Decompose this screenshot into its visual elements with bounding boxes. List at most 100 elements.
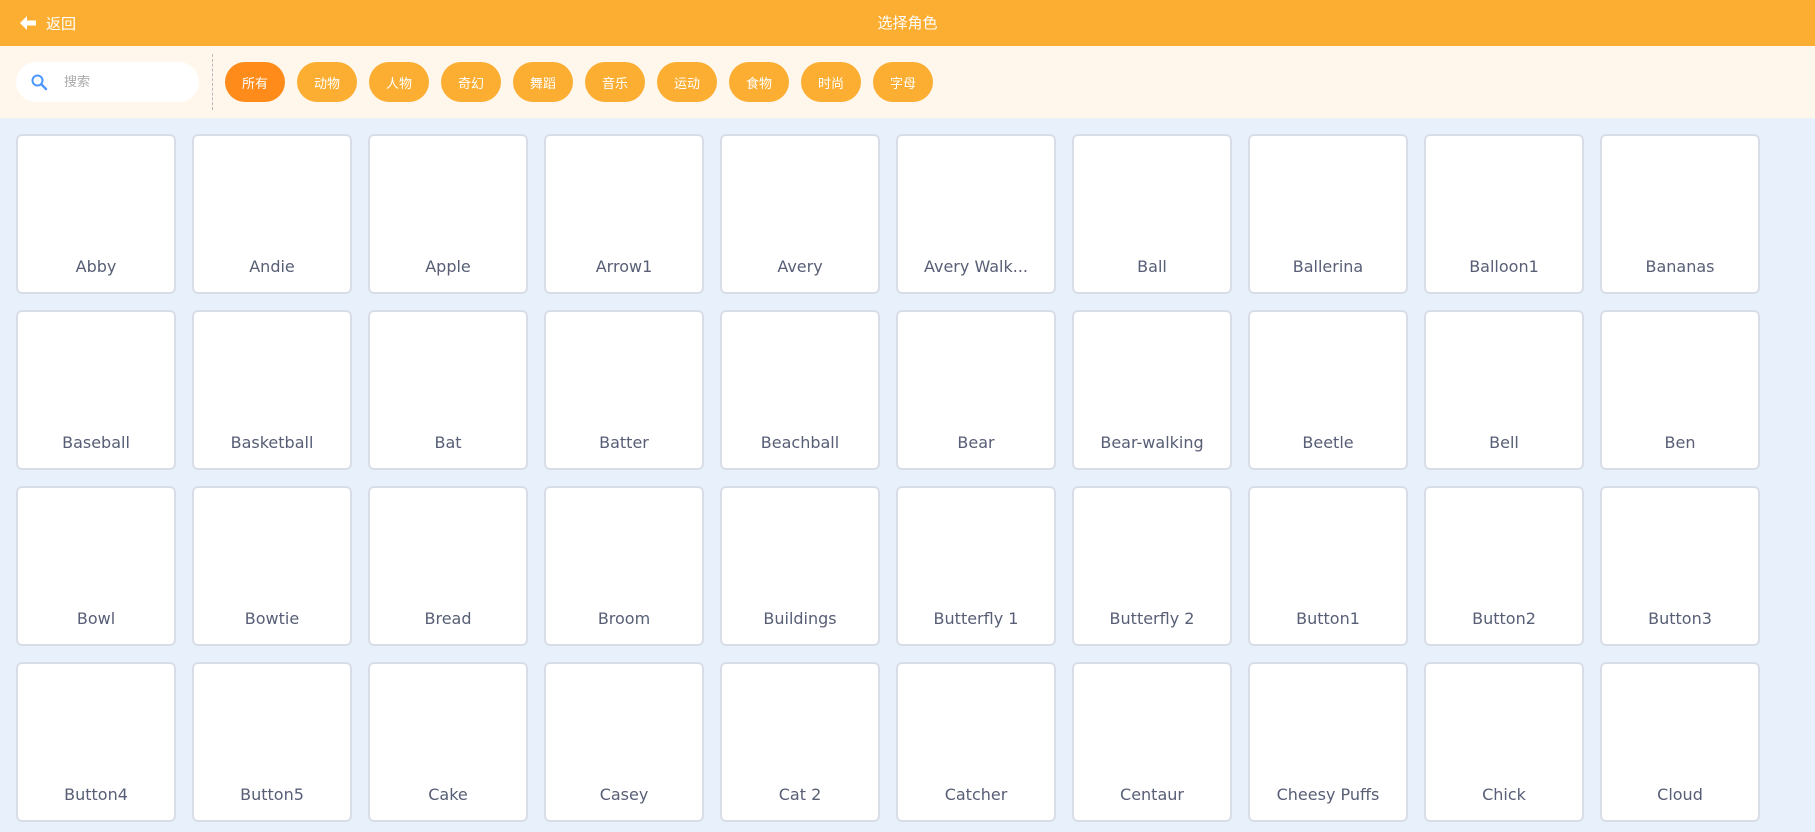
- sprite-card[interactable]: Beetle: [1248, 310, 1408, 470]
- tab-category-9[interactable]: 字母: [873, 62, 933, 102]
- sprite-name: Button4: [64, 785, 128, 804]
- sprite-name: Chick: [1482, 785, 1526, 804]
- sprite-card[interactable]: Ben: [1600, 310, 1760, 470]
- sprite-name: Centaur: [1120, 785, 1184, 804]
- sprite-card[interactable]: Ballerina: [1248, 134, 1408, 294]
- sprite-card[interactable]: Cheesy Puffs: [1248, 662, 1408, 822]
- sprite-card[interactable]: Button2: [1424, 486, 1584, 646]
- tab-category-2[interactable]: 人物: [369, 62, 429, 102]
- sprite-card[interactable]: Casey: [544, 662, 704, 822]
- sprite-card[interactable]: Cat 2: [720, 662, 880, 822]
- sprite-name: Casey: [599, 785, 649, 804]
- sprite-name: Button3: [1648, 609, 1712, 628]
- tab-all[interactable]: 所有: [225, 62, 285, 102]
- search-icon: [30, 73, 48, 91]
- sprite-card[interactable]: Bowtie: [192, 486, 352, 646]
- page-title: 选择角色: [877, 14, 938, 32]
- sprite-card[interactable]: Bat: [368, 310, 528, 470]
- sprite-name: Baseball: [62, 433, 130, 452]
- tab-category-5[interactable]: 音乐: [585, 62, 645, 102]
- sprite-name: Cheesy Puffs: [1276, 785, 1380, 804]
- sprite-card[interactable]: Bear-walking: [1072, 310, 1232, 470]
- sprite-card[interactable]: Button4: [16, 662, 176, 822]
- sprite-card[interactable]: Batter: [544, 310, 704, 470]
- sprite-card[interactable]: Arrow1: [544, 134, 704, 294]
- sprite-card[interactable]: Cake: [368, 662, 528, 822]
- sprite-name: Butterfly 2: [1109, 609, 1195, 628]
- sprite-name: Bowl: [76, 609, 116, 628]
- sprite-name: Cat 2: [778, 785, 822, 804]
- sprite-name: Beetle: [1302, 433, 1354, 452]
- sprite-card[interactable]: Button3: [1600, 486, 1760, 646]
- sprite-grid: Abby Andie Apple Arrow1 Avery Avery Walk... Ba…: [16, 134, 1760, 822]
- sprite-card[interactable]: Beachball: [720, 310, 880, 470]
- sprite-card[interactable]: Baseball: [16, 310, 176, 470]
- sprite-name: Cloud: [1657, 785, 1703, 804]
- sprite-name: Buildings: [763, 609, 837, 628]
- sprite-card[interactable]: Apple: [368, 134, 528, 294]
- sprite-name: Bear: [957, 433, 995, 452]
- sprite-card[interactable]: Basketball: [192, 310, 352, 470]
- sprite-card[interactable]: Bread: [368, 486, 528, 646]
- sprite-card[interactable]: Bell: [1424, 310, 1584, 470]
- sprite-name: Catcher: [944, 785, 1008, 804]
- sprite-name: Ball: [1137, 257, 1167, 276]
- sprite-card[interactable]: Abby: [16, 134, 176, 294]
- filter-bar: 所有动物人物奇幻舞蹈音乐运动食物时尚字母: [0, 46, 1815, 118]
- sprite-name: Balloon1: [1469, 257, 1539, 276]
- sprite-name: Avery: [777, 257, 823, 276]
- sprite-name: Avery Walk...: [923, 257, 1029, 276]
- sprite-card[interactable]: Bowl: [16, 486, 176, 646]
- sprite-name: Cake: [428, 785, 468, 804]
- sprite-card[interactable]: Bananas: [1600, 134, 1760, 294]
- sprite-name: Bell: [1489, 433, 1519, 452]
- sprite-name: Bear-walking: [1100, 433, 1204, 452]
- sprite-card[interactable]: Cloud: [1600, 662, 1760, 822]
- sprite-name: Ballerina: [1292, 257, 1364, 276]
- arrow-left-icon: [18, 13, 38, 33]
- sprite-name: Button2: [1472, 609, 1536, 628]
- sprite-name: Bananas: [1645, 257, 1715, 276]
- sprite-name: Button1: [1296, 609, 1360, 628]
- sprite-name: Button5: [240, 785, 304, 804]
- search-box[interactable]: [16, 62, 199, 102]
- header-bar: 返回 选择角色: [0, 0, 1815, 46]
- sprite-name: Apple: [425, 257, 471, 276]
- sprite-name: Bat: [434, 433, 462, 452]
- sprite-name: Butterfly 1: [933, 609, 1019, 628]
- sprite-name: Batter: [599, 433, 649, 452]
- sprite-card[interactable]: Button1: [1248, 486, 1408, 646]
- category-tabs: 所有 动物 人物 奇幻 舞蹈 音乐 运动 食物 时尚 字母: [225, 62, 933, 102]
- tab-category-7[interactable]: 食物: [729, 62, 789, 102]
- sprite-name: Abby: [75, 257, 117, 276]
- sprite-card[interactable]: Avery Walk...: [896, 134, 1056, 294]
- search-input[interactable]: [64, 74, 184, 90]
- sprite-card[interactable]: Centaur: [1072, 662, 1232, 822]
- tab-category-1[interactable]: 动物: [297, 62, 357, 102]
- sprite-card[interactable]: Bear: [896, 310, 1056, 470]
- sprite-card[interactable]: Butterfly 1: [896, 486, 1056, 646]
- sprite-name: Basketball: [230, 433, 314, 452]
- sprite-name: Bread: [424, 609, 472, 628]
- sprite-name: Arrow1: [595, 257, 653, 276]
- sprite-card[interactable]: Buildings: [720, 486, 880, 646]
- tab-category-8[interactable]: 时尚: [801, 62, 861, 102]
- sprite-name: Broom: [597, 609, 651, 628]
- sprite-name: Andie: [249, 257, 295, 276]
- sprite-card[interactable]: Broom: [544, 486, 704, 646]
- sprite-card[interactable]: Chick: [1424, 662, 1584, 822]
- tab-category-4[interactable]: 舞蹈: [513, 62, 573, 102]
- sprite-card[interactable]: Ball: [1072, 134, 1232, 294]
- sprite-card[interactable]: Andie: [192, 134, 352, 294]
- sprite-card[interactable]: Catcher: [896, 662, 1056, 822]
- sprite-card[interactable]: Butterfly 2: [1072, 486, 1232, 646]
- sprite-card[interactable]: Avery: [720, 134, 880, 294]
- tab-category-6[interactable]: 运动: [657, 62, 717, 102]
- divider: [212, 54, 213, 110]
- tab-category-3[interactable]: 奇幻: [441, 62, 501, 102]
- sprite-name: Beachball: [760, 433, 840, 452]
- sprite-card[interactable]: Button5: [192, 662, 352, 822]
- sprite-card[interactable]: Balloon1: [1424, 134, 1584, 294]
- back-button[interactable]: 返回: [18, 0, 76, 46]
- sprite-name: Bowtie: [244, 609, 300, 628]
